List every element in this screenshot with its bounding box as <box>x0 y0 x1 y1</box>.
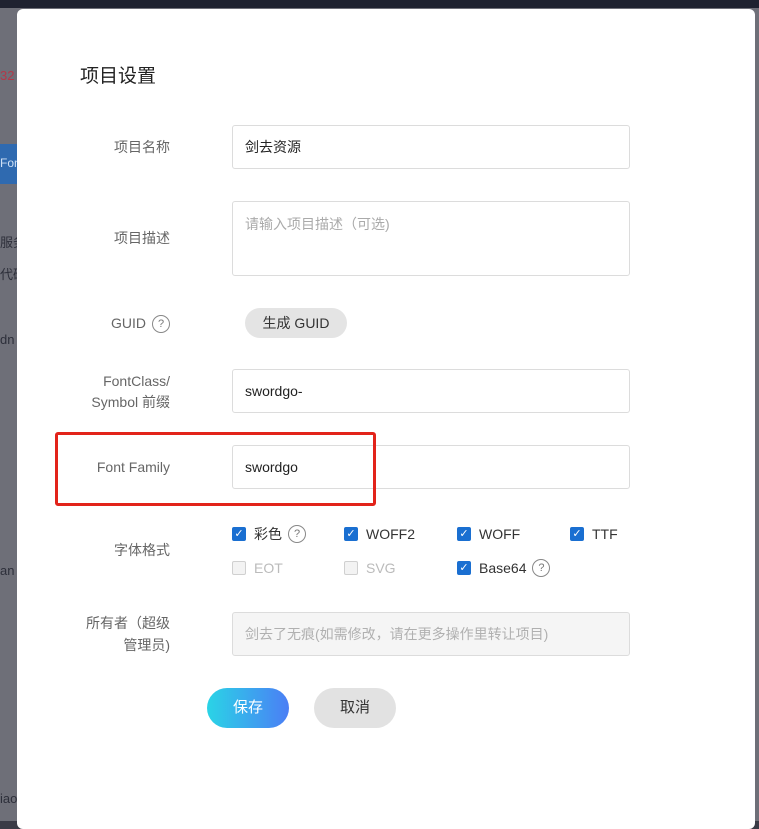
format-name: EOT <box>254 560 283 576</box>
format-checkbox-ttf[interactable]: ✓ TTF <box>570 524 618 544</box>
format-checkbox-svg: SVG <box>344 558 396 578</box>
owner-input: 剑去了无痕(如需修改，请在更多操作里转让项目) <box>232 612 630 656</box>
save-button[interactable]: 保存 <box>207 688 289 728</box>
checkbox-checked-icon[interactable]: ✓ <box>457 527 471 541</box>
checkbox-checked-icon[interactable]: ✓ <box>570 527 584 541</box>
format-checkbox-woff[interactable]: ✓ WOFF <box>457 524 520 544</box>
background-fragment: 32 <box>0 68 15 83</box>
help-icon[interactable]: ? <box>532 559 551 577</box>
help-icon[interactable]: ? <box>152 315 170 334</box>
format-name: WOFF2 <box>366 526 415 542</box>
font-family-highlight-box <box>55 432 376 506</box>
background-fragment: an <box>0 563 15 578</box>
project-desc-textarea[interactable]: 请输入项目描述（可选) <box>232 201 630 276</box>
format-checkbox-color[interactable]: ✓ 彩色 ? <box>232 524 306 544</box>
checkbox-disabled-icon <box>232 561 246 575</box>
format-name: TTF <box>592 526 618 542</box>
checkbox-checked-icon[interactable]: ✓ <box>344 527 358 541</box>
fontclass-label-line2: Symbol 前缀 <box>91 394 170 410</box>
checkbox-disabled-icon <box>344 561 358 575</box>
font-format-label: 字体格式 <box>114 542 170 558</box>
background-tab: Fon <box>0 144 21 184</box>
project-name-label: 项目名称 <box>114 139 170 155</box>
checkbox-checked-icon[interactable]: ✓ <box>457 561 471 575</box>
owner-label-line1: 所有者（超级 <box>86 615 170 631</box>
checkbox-checked-icon[interactable]: ✓ <box>232 527 246 541</box>
top-bar <box>0 0 759 8</box>
project-settings-modal: 项目设置 项目名称 剑去资源 项目描述 请输入项目描述（可选) GUID? 生成… <box>17 9 755 829</box>
format-name: WOFF <box>479 526 521 542</box>
format-name: 彩色 <box>254 526 282 542</box>
generate-guid-button[interactable]: 生成 GUID <box>245 308 347 338</box>
fontclass-label-line1: FontClass/ <box>103 373 170 389</box>
help-icon[interactable]: ? <box>288 525 306 543</box>
project-desc-label: 项目描述 <box>114 230 170 246</box>
guid-label: GUID <box>111 315 146 331</box>
modal-title: 项目设置 <box>80 66 157 87</box>
background-fragment: dn <box>0 332 15 347</box>
format-checkbox-eot: EOT <box>232 558 283 578</box>
owner-label-line2: 管理员) <box>123 637 170 653</box>
format-name: Base64 <box>479 560 527 576</box>
project-name-input[interactable]: 剑去资源 <box>232 125 630 169</box>
format-checkbox-woff2[interactable]: ✓ WOFF2 <box>344 524 415 544</box>
format-name: SVG <box>366 560 396 576</box>
guid-label-row: GUID? <box>111 312 170 334</box>
format-checkbox-base64[interactable]: ✓ Base64 ? <box>457 558 551 578</box>
background-fragment: iao <box>0 791 18 806</box>
fontclass-prefix-input[interactable]: swordgo- <box>232 369 630 413</box>
cancel-button[interactable]: 取消 <box>314 688 396 728</box>
